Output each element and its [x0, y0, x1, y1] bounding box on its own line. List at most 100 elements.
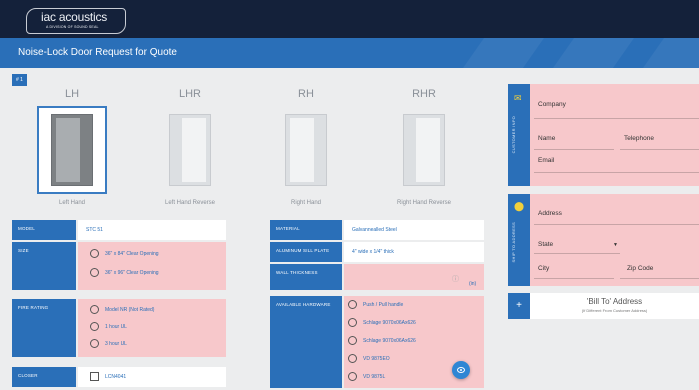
size-option-label: 36" x 96" Clear Opening [105, 269, 159, 276]
item-index-badge: # 1 [12, 74, 27, 86]
closer-option[interactable]: LCN4041 [90, 372, 126, 381]
radio-button[interactable] [90, 249, 99, 258]
divider [620, 278, 699, 279]
iac-logo[interactable]: iac acoustics A DIVISION OF SOUND SEAL [26, 8, 126, 34]
ship-to-fields [530, 194, 699, 286]
state-select[interactable]: State [538, 241, 553, 248]
door-frame [285, 114, 327, 186]
wall-thickness-input[interactable] [344, 264, 484, 290]
ship-to-section-label: SHIP TO ADDRESS [511, 222, 516, 263]
zip-code-field[interactable]: Zip Code [627, 265, 653, 272]
email-field[interactable]: Email [538, 157, 554, 164]
door-frame [51, 114, 93, 186]
decorative-stripe [531, 38, 649, 68]
page-title: Noise-Lock Door Request for Quote [18, 47, 177, 58]
door-option-title: RHR [412, 88, 436, 100]
fire-rating-option-label: 1 hour UL [105, 323, 127, 330]
hardware-option-label: VD 9875L [363, 373, 386, 380]
hardware-option[interactable]: Schlage 9070x06Ax626 [348, 336, 416, 345]
hardware-option[interactable]: Schlage 9070x06Ax626 [348, 318, 416, 327]
fire-rating-option[interactable]: 3 hour UL [90, 339, 127, 348]
door-image[interactable] [155, 106, 225, 194]
door-option-title: LH [64, 88, 80, 100]
door-image-selected[interactable] [37, 106, 107, 194]
decorative-stripe [621, 38, 699, 68]
door-option-rh[interactable]: RH Right Hand [260, 88, 352, 206]
hardware-option[interactable]: Push / Pull handle [348, 300, 403, 309]
radio-button[interactable] [348, 372, 357, 381]
size-option[interactable]: 36" x 96" Clear Opening [90, 268, 159, 277]
address-field[interactable]: Address [538, 210, 562, 217]
telephone-field[interactable]: Telephone [624, 135, 654, 142]
material-field[interactable]: Galvannealled Steel [344, 220, 484, 240]
divider [620, 149, 699, 150]
closer-checkbox[interactable] [90, 372, 99, 381]
door-image[interactable] [271, 106, 341, 194]
map-pin-icon: ⬤ [514, 201, 525, 211]
door-option-caption: Right Hand [290, 200, 322, 206]
divider [534, 172, 699, 173]
divider [534, 224, 699, 225]
size-label: SIZE [12, 242, 76, 290]
radio-button[interactable] [90, 339, 99, 348]
divider [534, 118, 699, 119]
door-option-rhr[interactable]: RHR Right Hand Reverse [378, 88, 470, 206]
radio-button[interactable] [90, 268, 99, 277]
door-image[interactable] [389, 106, 459, 194]
city-field[interactable]: City [538, 265, 549, 272]
door-option-title: LHR [178, 88, 201, 100]
radio-button[interactable] [90, 305, 99, 314]
divider [534, 253, 620, 254]
divider [534, 278, 614, 279]
wall-thickness-unit: (in) [469, 281, 477, 287]
radio-button[interactable] [348, 336, 357, 345]
hardware-label: AVAILABLE HARDWARE [270, 296, 342, 388]
door-frame [169, 114, 211, 186]
door-option-lh[interactable]: LH Left Hand [26, 88, 118, 206]
radio-button[interactable] [90, 322, 99, 331]
ship-to-strip: ⬤ SHIP TO ADDRESS [508, 194, 530, 286]
size-option-label: 36" x 84" Clear Opening [105, 250, 159, 257]
sill-plate-label: ALUMINUM SILL PLATE [270, 242, 342, 262]
door-option-lhr[interactable]: LHR Left Hand Reverse [144, 88, 236, 206]
hardware-option[interactable]: VD 9875EO [348, 354, 390, 363]
door-option-title: RH [298, 88, 314, 100]
preview-button[interactable] [452, 361, 470, 379]
sill-plate-field[interactable]: 4" wide x 1/4" thick [344, 242, 484, 262]
hardware-option-label: Schlage 9070x06Ax626 [363, 319, 416, 326]
chevron-down-icon[interactable]: ▼ [613, 242, 618, 248]
model-field[interactable]: STC 51 [78, 220, 226, 240]
bill-to-subtitle: (If Different From Customer Address) [581, 308, 648, 313]
hardware-option-label: Schlage 9070x06Ax626 [363, 337, 416, 344]
customer-info-section-label: CUSTOMER INFO [511, 116, 516, 154]
company-field[interactable]: Company [538, 101, 566, 108]
fire-rating-label: FIRE RATING [12, 299, 76, 357]
size-option[interactable]: 36" x 84" Clear Opening [90, 249, 159, 258]
door-option-caption: Left Hand [58, 200, 86, 206]
bill-to-address-button[interactable]: + 'Bill To' Address (If Different From C… [508, 293, 699, 319]
fire-rating-option[interactable]: Model NR (Not Rated) [90, 305, 154, 314]
radio-button[interactable] [348, 354, 357, 363]
envelope-icon: ✉ [514, 93, 522, 103]
hardware-option[interactable]: VD 9875L [348, 372, 385, 381]
wall-thickness-label: WALL THICKNESS [270, 264, 342, 290]
customer-info-fields [530, 84, 699, 186]
closer-label: CLOSER [12, 367, 76, 387]
top-bar: iac acoustics A DIVISION OF SOUND SEAL [0, 0, 699, 38]
logo-text: iac acoustics [41, 10, 108, 24]
title-bar: Noise-Lock Door Request for Quote [0, 38, 699, 68]
fire-rating-option-label: 3 hour UL [105, 340, 127, 347]
bill-to-title: 'Bill To' Address [586, 297, 643, 306]
info-icon[interactable]: ⓘ [452, 274, 459, 284]
material-label: MATERIAL [270, 220, 342, 240]
hardware-option-label: Push / Pull handle [363, 301, 404, 308]
radio-button[interactable] [348, 318, 357, 327]
name-field[interactable]: Name [538, 135, 555, 142]
radio-button[interactable] [348, 300, 357, 309]
door-leaf [56, 118, 80, 182]
eye-icon [457, 367, 465, 373]
customer-info-strip: ✉ CUSTOMER INFO [508, 84, 530, 186]
door-frame [403, 114, 445, 186]
door-leaf [416, 118, 440, 182]
fire-rating-option[interactable]: 1 hour UL [90, 322, 127, 331]
